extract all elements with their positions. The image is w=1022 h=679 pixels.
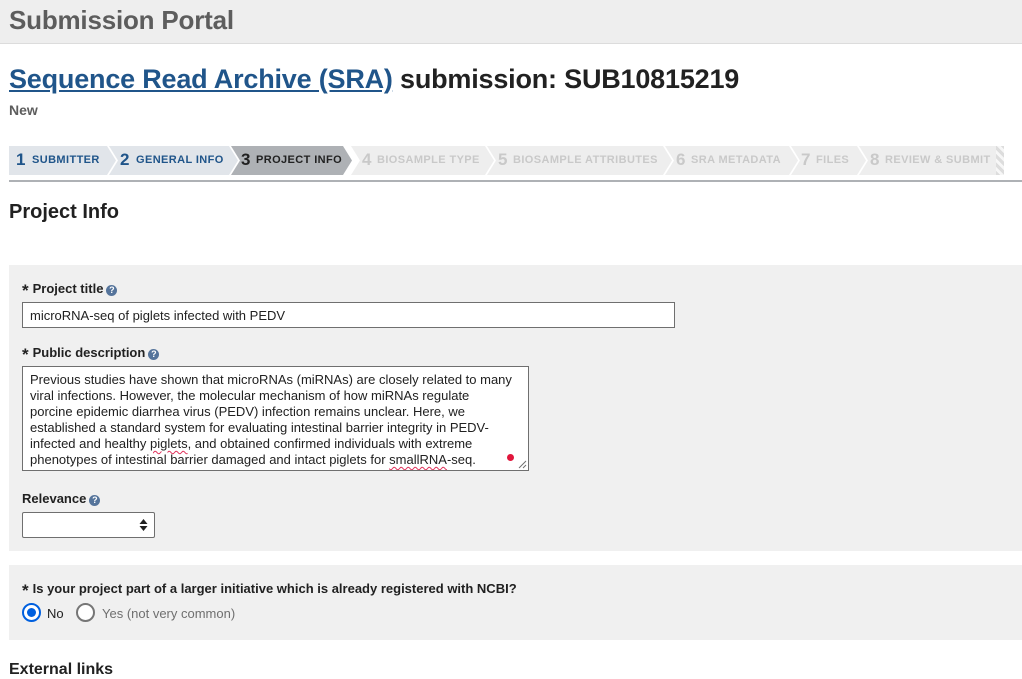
required-icon: *: [22, 345, 29, 364]
step-number: 2: [120, 150, 130, 169]
step-number: 3: [241, 150, 251, 169]
step-project-info[interactable]: 3 PROJECT INFO: [231, 146, 353, 175]
step-label: BIOSAMPLE TYPE: [377, 154, 480, 166]
steps-divider: [9, 180, 1022, 182]
relevance-label: Relevance?: [22, 491, 101, 506]
help-icon[interactable]: ?: [148, 349, 160, 360]
project-title-label: * Project title?: [22, 281, 118, 301]
sra-archive-link[interactable]: Sequence Read Archive (SRA): [9, 64, 393, 94]
initiative-question: * Is your project part of a larger initia…: [22, 581, 517, 601]
step-number: 8: [870, 150, 880, 169]
required-icon: *: [22, 281, 29, 300]
submission-title: Sequence Read Archive (SRA) submission: …: [9, 64, 739, 95]
description-line: Previous studies have shown that microRN…: [30, 372, 512, 387]
initiative-option-yes[interactable]: Yes (not very common): [76, 603, 246, 623]
step-general-info[interactable]: 2 GENERAL INFO: [109, 146, 239, 175]
step-number: 1: [16, 150, 26, 169]
initiative-question-text: Is your project part of a larger initiat…: [32, 581, 517, 596]
step-label: BIOSAMPLE ATTRIBUTES: [513, 154, 658, 166]
step-label: FILES: [816, 154, 850, 166]
step-number: 4: [362, 150, 372, 169]
radio-no[interactable]: [22, 603, 41, 622]
step-number: 6: [676, 150, 686, 169]
help-icon[interactable]: ?: [89, 495, 101, 506]
step-label: SRA METADATA: [691, 154, 781, 166]
spellcheck-word: smallRNA: [389, 452, 447, 467]
submission-status: New: [9, 102, 38, 118]
description-line: infected and healthy: [30, 436, 150, 451]
step-review-submit: 8 REVIEW & SUBMIT: [859, 146, 999, 175]
description-line: porcine epidemic diarrhea virus (PEDV) i…: [30, 404, 465, 419]
description-line: viral infections. However, the molecular…: [30, 388, 470, 403]
portal-title: Submission Portal: [9, 5, 234, 35]
step-submitter[interactable]: 1 SUBMITTER: [9, 146, 117, 175]
project-title-label-text: Project title: [32, 281, 104, 296]
relevance-select[interactable]: [22, 512, 155, 538]
step-biosample-type: 4 BIOSAMPLE TYPE: [351, 146, 495, 175]
radio-no-label[interactable]: No: [47, 606, 64, 621]
submission-id: submission: SUB10815219: [392, 64, 740, 94]
radio-yes-label[interactable]: Yes (not very common): [102, 606, 235, 621]
sort-arrows-icon: [139, 519, 148, 531]
portal-header: Submission Portal: [0, 0, 1022, 44]
step-label: GENERAL INFO: [136, 154, 224, 166]
grammarly-dot-icon[interactable]: [507, 454, 514, 461]
step-label: SUBMITTER: [32, 154, 100, 166]
description-line: , and obtained confirmed individuals wit…: [187, 436, 473, 451]
step-label: PROJECT INFO: [256, 154, 343, 166]
step-label: REVIEW & SUBMIT: [885, 154, 991, 166]
resize-grip-icon[interactable]: [518, 460, 527, 469]
wizard-steps: 1 SUBMITTER 2 GENERAL INFO 3 PROJECT INF…: [9, 146, 1006, 175]
steps-end-fade: [996, 146, 1004, 175]
spellcheck-word: piglets: [149, 436, 188, 451]
description-line: -seq.: [446, 452, 476, 467]
public-description-label-text: Public description: [32, 345, 146, 360]
initiative-option-no[interactable]: No: [22, 603, 72, 623]
public-description-textarea[interactable]: Previous studies have shown that microRN…: [22, 366, 529, 471]
required-icon: *: [22, 581, 29, 600]
radio-yes[interactable]: [76, 603, 95, 622]
step-sra-metadata: 6 SRA METADATA: [665, 146, 799, 175]
section-title: Project Info: [9, 201, 120, 223]
external-links-title: External links: [9, 661, 114, 678]
step-files: 7 FILES: [791, 146, 867, 175]
description-line: phenotypes of intestinal barrier damaged…: [30, 452, 390, 467]
description-line: established a standard system for evalua…: [30, 420, 489, 435]
step-number: 7: [801, 150, 811, 169]
relevance-label-text: Relevance: [22, 491, 87, 506]
public-description-label: * Public description?: [22, 345, 160, 365]
project-title-input[interactable]: [22, 302, 675, 328]
step-biosample-attributes: 5 BIOSAMPLE ATTRIBUTES: [487, 146, 673, 175]
step-number: 5: [498, 150, 508, 169]
help-icon[interactable]: ?: [106, 285, 118, 296]
